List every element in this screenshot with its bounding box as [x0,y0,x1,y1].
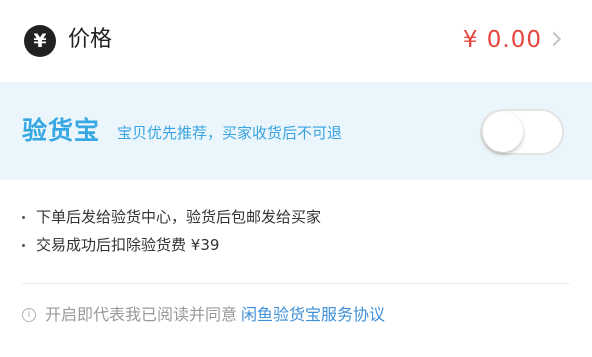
note-text: 下单后发给验货中心，验货后包邮发给买家 [36,208,322,226]
agreement-text: 开启即代表我已阅读并同意 [45,305,238,324]
price-label: 价格 [68,27,113,52]
divider [22,283,570,284]
toggle-knob [483,112,523,152]
note-item: 交易成功后扣除验货费 ¥39 [22,234,219,256]
bullet-icon [22,243,25,247]
yen-circle-icon: ¥ [24,25,56,57]
inspection-brand-title: 验货宝 [22,116,101,145]
agreement-line: i 开启即代表我已阅读并同意 闲鱼验货宝服务协议 [22,304,385,326]
price-row[interactable]: ¥ 价格 ¥ 0.00 [0,0,592,82]
inspection-toggle[interactable] [480,109,564,155]
inspection-service-row: 验货宝 宝贝优先推荐，买家收货后不可退 [0,82,592,180]
chevron-right-icon [546,31,562,47]
inspection-description: 宝贝优先推荐，买家收货后不可退 [117,124,343,142]
note-text: 交易成功后扣除验货费 ¥39 [36,236,220,254]
info-icon: i [22,308,36,322]
note-item: 下单后发给验货中心，验货后包邮发给买家 [22,206,321,228]
inspection-notes: 下单后发给验货中心，验货后包邮发给买家 交易成功后扣除验货费 ¥39 [0,180,592,285]
price-value: ¥ 0.00 [462,27,542,53]
bullet-icon [22,215,25,219]
agreement-link[interactable]: 闲鱼验货宝服务协议 [241,304,385,326]
